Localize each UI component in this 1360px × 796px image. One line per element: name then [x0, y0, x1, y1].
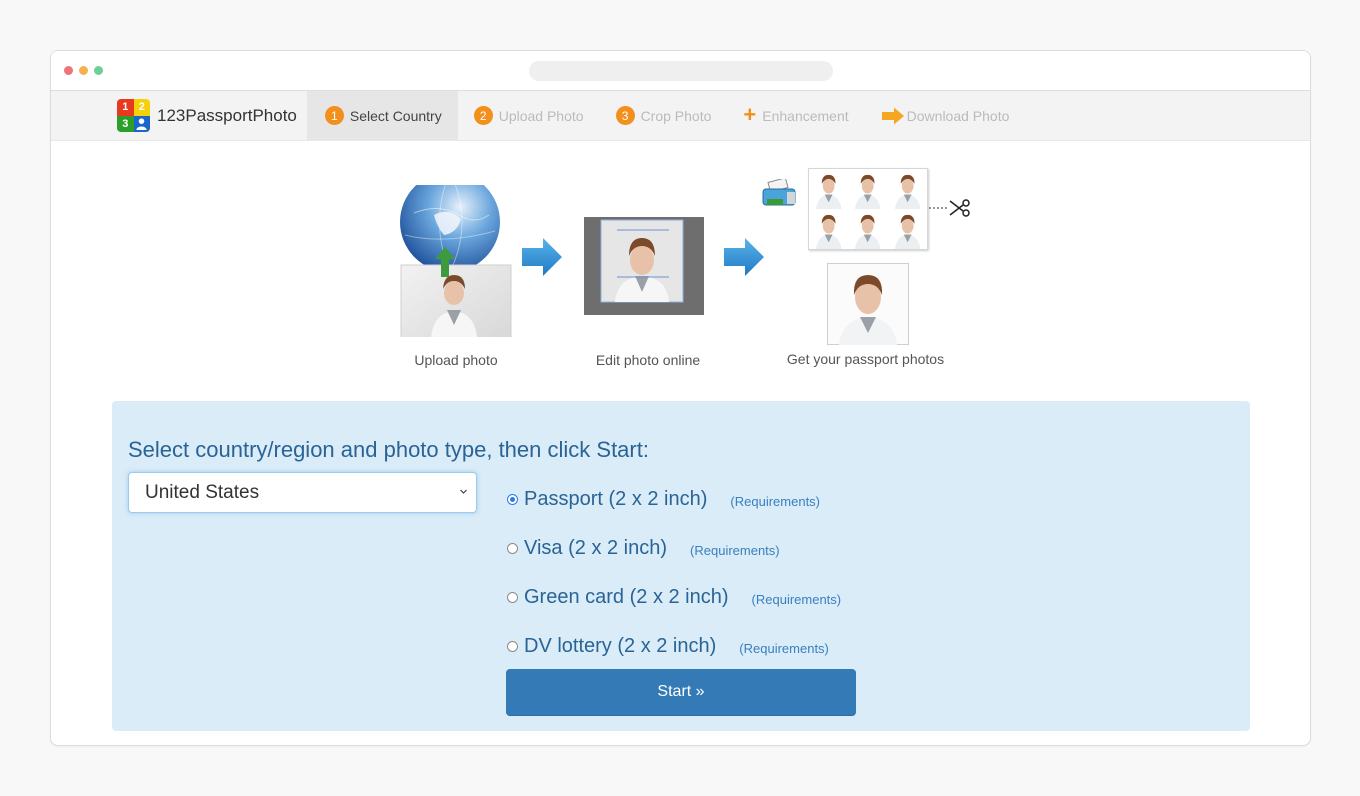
globe-upload-illustration	[400, 185, 512, 337]
country-select[interactable]: United States	[128, 472, 477, 513]
radio-green-card[interactable]	[507, 592, 518, 603]
step-crop-photo[interactable]: 3 Crop Photo	[600, 91, 728, 140]
brand-logo-icon: 1 2 3	[117, 99, 150, 132]
requirements-link[interactable]: (Requirements)	[730, 494, 820, 509]
start-button[interactable]: Start »	[506, 669, 856, 715]
step-enhancement[interactable]: + Enhancement	[727, 91, 864, 140]
logo-person-icon	[133, 115, 150, 132]
requirements-link[interactable]: (Requirements)	[752, 592, 842, 607]
mini-passport-photo	[855, 214, 881, 250]
single-passport-photo	[827, 263, 909, 345]
country-select-value: United States	[145, 481, 260, 503]
browser-titlebar	[51, 51, 1310, 91]
mini-passport-photo	[855, 174, 881, 210]
mini-passport-photo	[894, 214, 921, 250]
mini-passport-photo	[894, 174, 921, 210]
step-label: Crop Photo	[640, 107, 712, 124]
mini-passport-photo	[815, 214, 842, 250]
step-download-photo[interactable]: Download Photo	[865, 91, 1026, 140]
brand-link[interactable]: 1 2 3 123PassportPhoto	[117, 91, 297, 140]
process-illustration: Upload photo Edit photo online Get your …	[51, 141, 1310, 399]
option-label: DV lottery (2 x 2 inch)	[524, 635, 717, 657]
radio-visa[interactable]	[507, 543, 518, 554]
step-number-badge: 3	[615, 106, 635, 125]
wizard-steps: 1 Select Country 2 Upload Photo 3 Crop P…	[306, 91, 1026, 140]
photo-type-option-passport[interactable]: Passport (2 x 2 inch) (Requirements)	[507, 475, 841, 524]
option-label: Green card (2 x 2 inch)	[524, 586, 729, 608]
mini-passport-photo	[815, 174, 842, 210]
requirements-link[interactable]: (Requirements)	[739, 641, 829, 656]
maximize-window-button[interactable]	[94, 66, 103, 75]
radio-passport[interactable]	[507, 494, 518, 505]
photo-type-option-green-card[interactable]: Green card (2 x 2 inch) (Requirements)	[507, 573, 841, 622]
window-controls	[64, 66, 103, 75]
step-number-badge: 2	[473, 106, 493, 125]
site-navbar: 1 2 3 123PassportPhoto 1 Select Country …	[51, 91, 1310, 141]
step-label: Upload Photo	[498, 107, 584, 124]
stage-label-upload: Upload photo	[414, 352, 498, 368]
form-instructions: Select country/region and photo type, th…	[128, 437, 649, 462]
step-label: Select Country	[349, 107, 442, 124]
close-window-button[interactable]	[64, 66, 73, 75]
radio-dv-lottery[interactable]	[507, 641, 518, 652]
arrow-right-icon	[522, 238, 562, 276]
logo-digit-3: 3	[117, 115, 134, 132]
scissors-icon	[929, 199, 970, 217]
arrow-right-icon	[881, 107, 904, 124]
plus-icon: +	[743, 101, 757, 127]
option-label: Passport (2 x 2 inch)	[524, 488, 708, 510]
minimize-window-button[interactable]	[79, 66, 88, 75]
chevron-down-icon	[460, 489, 467, 494]
arrow-right-icon	[724, 238, 764, 276]
option-label: Visa (2 x 2 inch)	[524, 537, 668, 559]
printer-icon	[762, 179, 796, 206]
browser-window: 1 2 3 123PassportPhoto 1 Select Country …	[50, 50, 1311, 746]
stage-label-edit: Edit photo online	[595, 352, 701, 368]
logo-digit-2: 2	[133, 99, 150, 116]
photo-type-option-visa[interactable]: Visa (2 x 2 inch) (Requirements)	[507, 524, 841, 573]
step-label: Download Photo	[906, 107, 1010, 124]
stage-label-get-photos: Get your passport photos	[786, 351, 945, 367]
step-upload-photo[interactable]: 2 Upload Photo	[458, 91, 600, 140]
step-select-country[interactable]: 1 Select Country	[306, 91, 458, 140]
logo-digit-1: 1	[117, 99, 134, 116]
country-selection-panel: Select country/region and photo type, th…	[112, 401, 1250, 731]
photo-sheet	[808, 168, 928, 250]
photo-type-options: Passport (2 x 2 inch) (Requirements) Vis…	[507, 475, 841, 671]
requirements-link[interactable]: (Requirements)	[690, 543, 780, 558]
photo-editor-illustration	[584, 217, 704, 315]
step-label: Enhancement	[762, 107, 849, 124]
address-bar[interactable]	[529, 61, 833, 81]
brand-name: 123PassportPhoto	[157, 105, 297, 125]
photo-type-option-dv-lottery[interactable]: DV lottery (2 x 2 inch) (Requirements)	[507, 622, 841, 671]
step-number-badge: 1	[324, 106, 344, 125]
